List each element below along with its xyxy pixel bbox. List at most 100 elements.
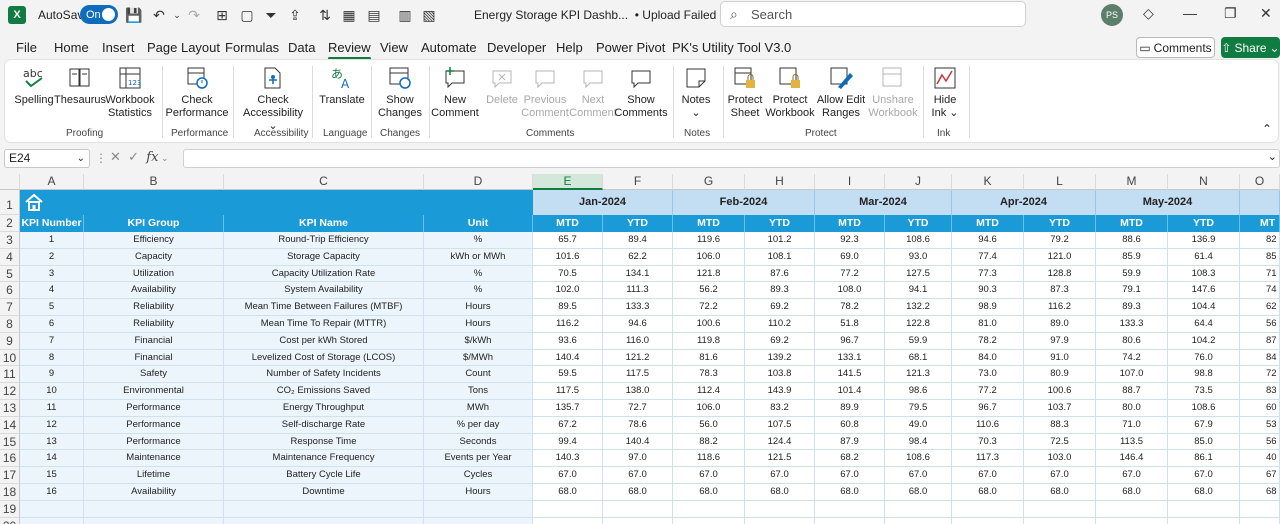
value-cell[interactable]: 67.0 xyxy=(1096,467,1168,484)
value-cell[interactable]: 143.9 xyxy=(745,383,815,400)
kpi-name-cell[interactable]: Number of Safety Incidents xyxy=(224,366,424,384)
show-changes-button[interactable]: Show Changes xyxy=(375,65,425,120)
empty-cell[interactable] xyxy=(885,517,952,524)
value-cell[interactable]: 68.0 xyxy=(952,484,1024,501)
kpi-name-cell[interactable]: Mean Time Between Failures (MTBF) xyxy=(224,299,424,316)
kpi-group-cell[interactable]: Financial xyxy=(84,332,224,350)
value-cell-partial[interactable]: 60 xyxy=(1240,400,1280,417)
kpi-group-cell[interactable]: Availability xyxy=(84,282,224,300)
workbook-statistics-button[interactable]: 123 Workbook Statistics xyxy=(105,65,155,120)
row-header-10[interactable]: 10 xyxy=(0,349,20,367)
value-cell[interactable]: 107.0 xyxy=(1096,366,1168,384)
value-cell[interactable]: 121.8 xyxy=(673,265,745,283)
tab-help[interactable]: Help xyxy=(556,40,583,55)
value-cell[interactable]: 108.3 xyxy=(1168,265,1240,283)
kpi-name-cell[interactable]: Self-discharge Rate xyxy=(224,416,424,434)
table-icon[interactable]: ▦ xyxy=(340,6,358,24)
empty-cell[interactable] xyxy=(84,500,224,518)
column-header-c[interactable]: C xyxy=(224,174,424,190)
column-header-a[interactable]: A xyxy=(20,174,84,190)
value-cell-partial[interactable]: 72 xyxy=(1240,366,1280,384)
value-cell[interactable]: 118.6 xyxy=(673,450,745,468)
value-cell[interactable]: 78.6 xyxy=(603,416,673,434)
value-cell[interactable]: 140.4 xyxy=(533,349,603,367)
row-header-17[interactable]: 17 xyxy=(0,467,20,484)
save-icon[interactable]: 💾 xyxy=(125,6,143,24)
value-cell[interactable]: 121.0 xyxy=(1024,248,1096,266)
name-box[interactable]: E24 ⌄ xyxy=(4,149,90,168)
value-cell[interactable]: 62.2 xyxy=(603,248,673,266)
empty-cell[interactable] xyxy=(885,500,952,518)
kpi-number-cell[interactable]: 11 xyxy=(20,400,84,417)
value-cell[interactable]: 67.0 xyxy=(533,467,603,484)
value-cell[interactable]: 133.1 xyxy=(815,349,885,367)
diamond-icon[interactable]: ◇ xyxy=(1143,5,1154,22)
value-cell[interactable]: 70.5 xyxy=(533,265,603,283)
value-cell[interactable]: 61.4 xyxy=(1168,248,1240,266)
value-cell[interactable]: 108.6 xyxy=(885,450,952,468)
value-cell[interactable]: 89.9 xyxy=(815,400,885,417)
value-cell-partial[interactable]: 87 xyxy=(1240,332,1280,350)
notes-button[interactable]: Notes ⌄ xyxy=(675,65,717,120)
value-cell[interactable]: 79.5 xyxy=(885,400,952,417)
value-cell-partial[interactable]: 84 xyxy=(1240,349,1280,367)
value-cell[interactable]: 117.5 xyxy=(533,383,603,400)
value-cell[interactable]: 68.0 xyxy=(603,484,673,501)
value-cell[interactable]: 67.0 xyxy=(952,467,1024,484)
column-header-m[interactable]: M xyxy=(1096,174,1168,190)
value-cell[interactable]: 90.3 xyxy=(952,282,1024,300)
kpi-number-cell[interactable]: 13 xyxy=(20,433,84,451)
value-cell[interactable]: 92.3 xyxy=(815,232,885,249)
value-cell[interactable]: 88.2 xyxy=(673,433,745,451)
spreadsheet-grid[interactable]: A B C D E F G H I J K L M N O 1 2 3 4 5 6 7 8 9 10 11 12 13 14 15 16 17… xyxy=(0,174,1280,524)
restore-icon[interactable]: ❐ xyxy=(1224,5,1237,22)
unit-cell[interactable]: Cycles xyxy=(424,467,533,484)
value-cell[interactable]: 77.2 xyxy=(815,265,885,283)
value-cell[interactable]: 81.6 xyxy=(673,349,745,367)
empty-cell[interactable] xyxy=(1168,500,1240,518)
value-cell-partial[interactable]: 62 xyxy=(1240,299,1280,316)
value-cell[interactable]: 103.8 xyxy=(745,366,815,384)
unit-cell[interactable]: Events per Year xyxy=(424,450,533,468)
column-header-k[interactable]: K xyxy=(952,174,1024,190)
value-cell-partial[interactable]: 71 xyxy=(1240,265,1280,283)
value-cell[interactable]: 107.5 xyxy=(745,416,815,434)
kpi-group-cell[interactable]: Utilization xyxy=(84,265,224,283)
unit-cell[interactable]: % xyxy=(424,265,533,283)
value-cell[interactable]: 98.6 xyxy=(885,383,952,400)
value-cell[interactable]: 72.2 xyxy=(673,299,745,316)
value-cell[interactable]: 60.8 xyxy=(815,416,885,434)
kpi-name-cell[interactable]: Maintenance Frequency xyxy=(224,450,424,468)
value-cell[interactable]: 89.5 xyxy=(533,299,603,316)
column-header-l[interactable]: L xyxy=(1024,174,1096,190)
value-cell[interactable]: 70.3 xyxy=(952,433,1024,451)
value-cell[interactable]: 80.0 xyxy=(1096,400,1168,417)
row-header-1[interactable]: 1 xyxy=(0,190,20,215)
tab-view[interactable]: View xyxy=(380,40,408,55)
value-cell[interactable]: 128.8 xyxy=(1024,265,1096,283)
tab-developer[interactable]: Developer xyxy=(487,40,546,55)
protect-workbook-button[interactable]: Protect Workbook xyxy=(765,65,815,120)
row-header-19[interactable]: 19 xyxy=(0,500,20,518)
value-cell[interactable]: 108.6 xyxy=(1168,400,1240,417)
column-header-d[interactable]: D xyxy=(424,174,533,190)
kpi-group-cell[interactable]: Reliability xyxy=(84,316,224,333)
value-cell[interactable]: 116.0 xyxy=(603,332,673,350)
value-cell[interactable]: 96.7 xyxy=(952,400,1024,417)
spelling-button[interactable]: abc Spelling xyxy=(13,65,55,107)
value-cell[interactable]: 119.8 xyxy=(673,332,745,350)
value-cell[interactable]: 68.0 xyxy=(815,484,885,501)
empty-cell[interactable] xyxy=(424,517,533,524)
value-cell[interactable]: 68.1 xyxy=(885,349,952,367)
share-button[interactable]: ⇧ Share ⌄ xyxy=(1221,37,1280,58)
value-cell[interactable]: 83.2 xyxy=(745,400,815,417)
empty-cell[interactable] xyxy=(603,517,673,524)
row-header-20[interactable]: 20 xyxy=(0,517,20,524)
kpi-name-cell[interactable]: System Availability xyxy=(224,282,424,300)
empty-cell[interactable] xyxy=(533,517,603,524)
value-cell[interactable]: 76.0 xyxy=(1168,349,1240,367)
value-cell[interactable]: 132.2 xyxy=(885,299,952,316)
value-cell[interactable]: 101.4 xyxy=(815,383,885,400)
value-cell[interactable]: 78.3 xyxy=(673,366,745,384)
row-header-3[interactable]: 3 xyxy=(0,232,20,249)
